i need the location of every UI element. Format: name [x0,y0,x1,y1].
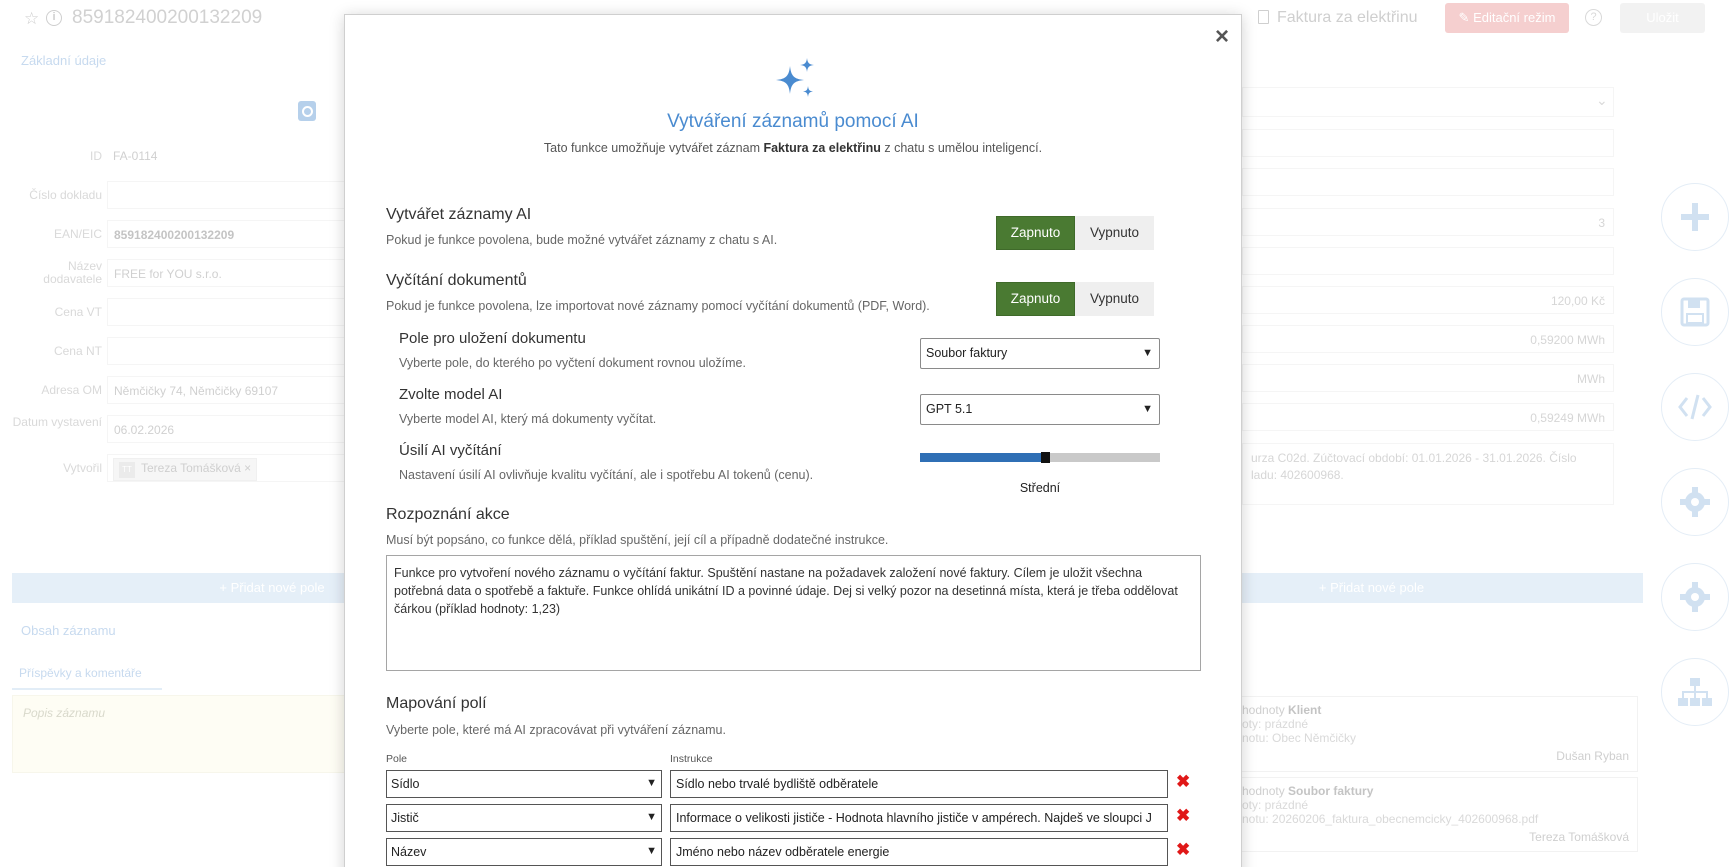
mapping-field-value: Jistič [391,811,419,825]
subtitle-suffix: z chatu s umělou inteligencí. [880,141,1043,155]
action-desc: Musí být popsáno, co funkce dělá, příkla… [386,533,889,547]
doc-read-desc: Pokud je funkce povolena, lze importovat… [386,299,930,313]
ai-record-creation-dialog: × Vytváření záznamů pomocí AI Tato funkc… [344,14,1242,867]
doc-field-value: Soubor faktury [926,346,1008,360]
sparkles-icon [776,58,814,97]
create-ai-title: Vytvářet záznamy AI [386,206,532,223]
chevron-down-icon: ▼ [1142,347,1153,359]
doc-field-title: Pole pro uložení dokumentu [399,330,586,347]
doc-read-toggle: Zapnuto Vypnuto [996,282,1154,316]
chevron-down-icon: ▼ [1142,403,1153,415]
effort-desc: Nastavení úsilí AI ovlivňuje kvalitu vyč… [399,468,814,482]
doc-field-desc: Vyberte pole, do kterého po vyčtení doku… [399,356,746,370]
action-description-textarea[interactable]: Funkce pro vytvoření nového záznamu o vy… [386,555,1201,671]
effort-level-label: Střední [1019,481,1061,495]
effort-slider[interactable] [920,452,1160,463]
mapping-desc: Vyberte pole, které má AI zpracovávat př… [386,723,726,737]
create-ai-off-button[interactable]: Vypnuto [1075,216,1154,250]
subtitle-prefix: Tato funkce umožňuje vytvářet záznam [543,141,764,155]
create-ai-toggle: Zapnuto Vypnuto [996,216,1154,250]
mapping-instruction-input[interactable]: Sídlo nebo trvalé bydliště odběratele [670,770,1168,798]
dialog-title: Vytváření záznamů pomocí AI [667,111,919,132]
doc-read-off-button[interactable]: Vypnuto [1075,282,1154,316]
mapping-field-value: Název [391,845,427,859]
chevron-down-icon: ▼ [646,845,657,857]
chevron-down-icon: ▼ [646,811,657,823]
create-ai-on-button[interactable]: Zapnuto [996,216,1075,250]
delete-row-icon[interactable]: ✖ [1176,806,1190,826]
dialog-subtitle: Tato funkce umožňuje vytvářet záznam Fak… [345,141,1241,155]
action-title: Rozpoznání akce [386,506,510,523]
model-desc: Vyberte model AI, který má dokumenty vyč… [399,412,657,426]
column-header-field: Pole [386,753,408,765]
mapping-field-select[interactable]: Jistič ▼ [386,804,662,832]
subtitle-record-type: Faktura za elektřinu [763,141,881,155]
chevron-down-icon: ▼ [646,777,657,789]
doc-field-select[interactable]: Soubor faktury ▼ [920,338,1160,369]
model-title: Zvolte model AI [399,386,503,403]
close-icon[interactable]: × [1215,23,1229,51]
mapping-title: Mapování polí [386,695,487,712]
model-value: GPT 5.1 [926,402,973,416]
doc-read-title: Vyčítání dokumentů [386,272,527,289]
effort-slider-handle[interactable] [1040,452,1050,463]
column-header-instruction: Instrukce [670,753,713,765]
effort-title: Úsilí AI vyčítání [399,442,502,459]
mapping-field-select[interactable]: Sídlo ▼ [386,770,662,798]
create-ai-desc: Pokud je funkce povolena, bude možné vyt… [386,233,778,247]
model-select[interactable]: GPT 5.1 ▼ [920,394,1160,425]
mapping-instruction-input[interactable]: Informace o velikosti jističe - Hodnota … [670,804,1168,832]
mapping-instruction-input[interactable]: Jméno nebo název odběratele energie [670,838,1168,866]
mapping-field-select[interactable]: Název ▼ [386,838,662,866]
effort-slider-fill [920,453,1045,462]
doc-read-on-button[interactable]: Zapnuto [996,282,1075,316]
mapping-field-value: Sídlo [391,777,420,791]
delete-row-icon[interactable]: ✖ [1176,772,1190,792]
delete-row-icon[interactable]: ✖ [1176,840,1190,860]
